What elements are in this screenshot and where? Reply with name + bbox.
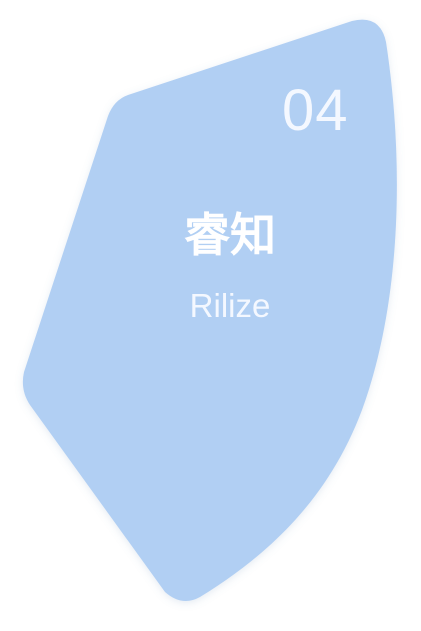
card-title: 睿知 [184,208,276,262]
card-subtitle: Rilize [189,287,271,324]
card-number: 04 [282,78,349,143]
card-stage: 04 睿知 Rilize [0,0,421,631]
